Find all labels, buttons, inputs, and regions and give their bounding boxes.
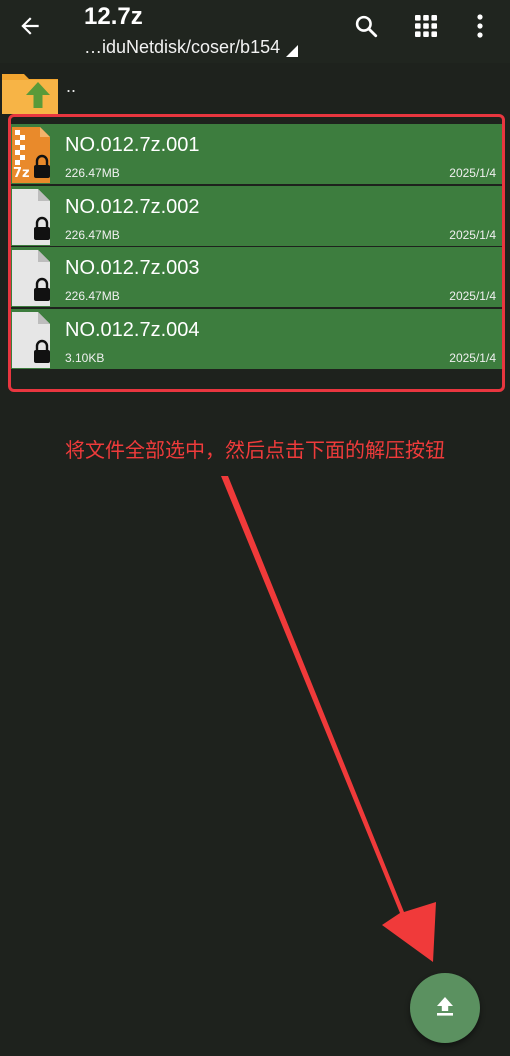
extract-upload-icon [434,995,456,1022]
file-browser-screen: 12.7z …iduNetdisk/coser/b154 .. 7z NO.01… [0,0,510,1056]
annotation-arrow-icon [221,476,436,962]
extract-fab-button[interactable] [410,973,480,1043]
